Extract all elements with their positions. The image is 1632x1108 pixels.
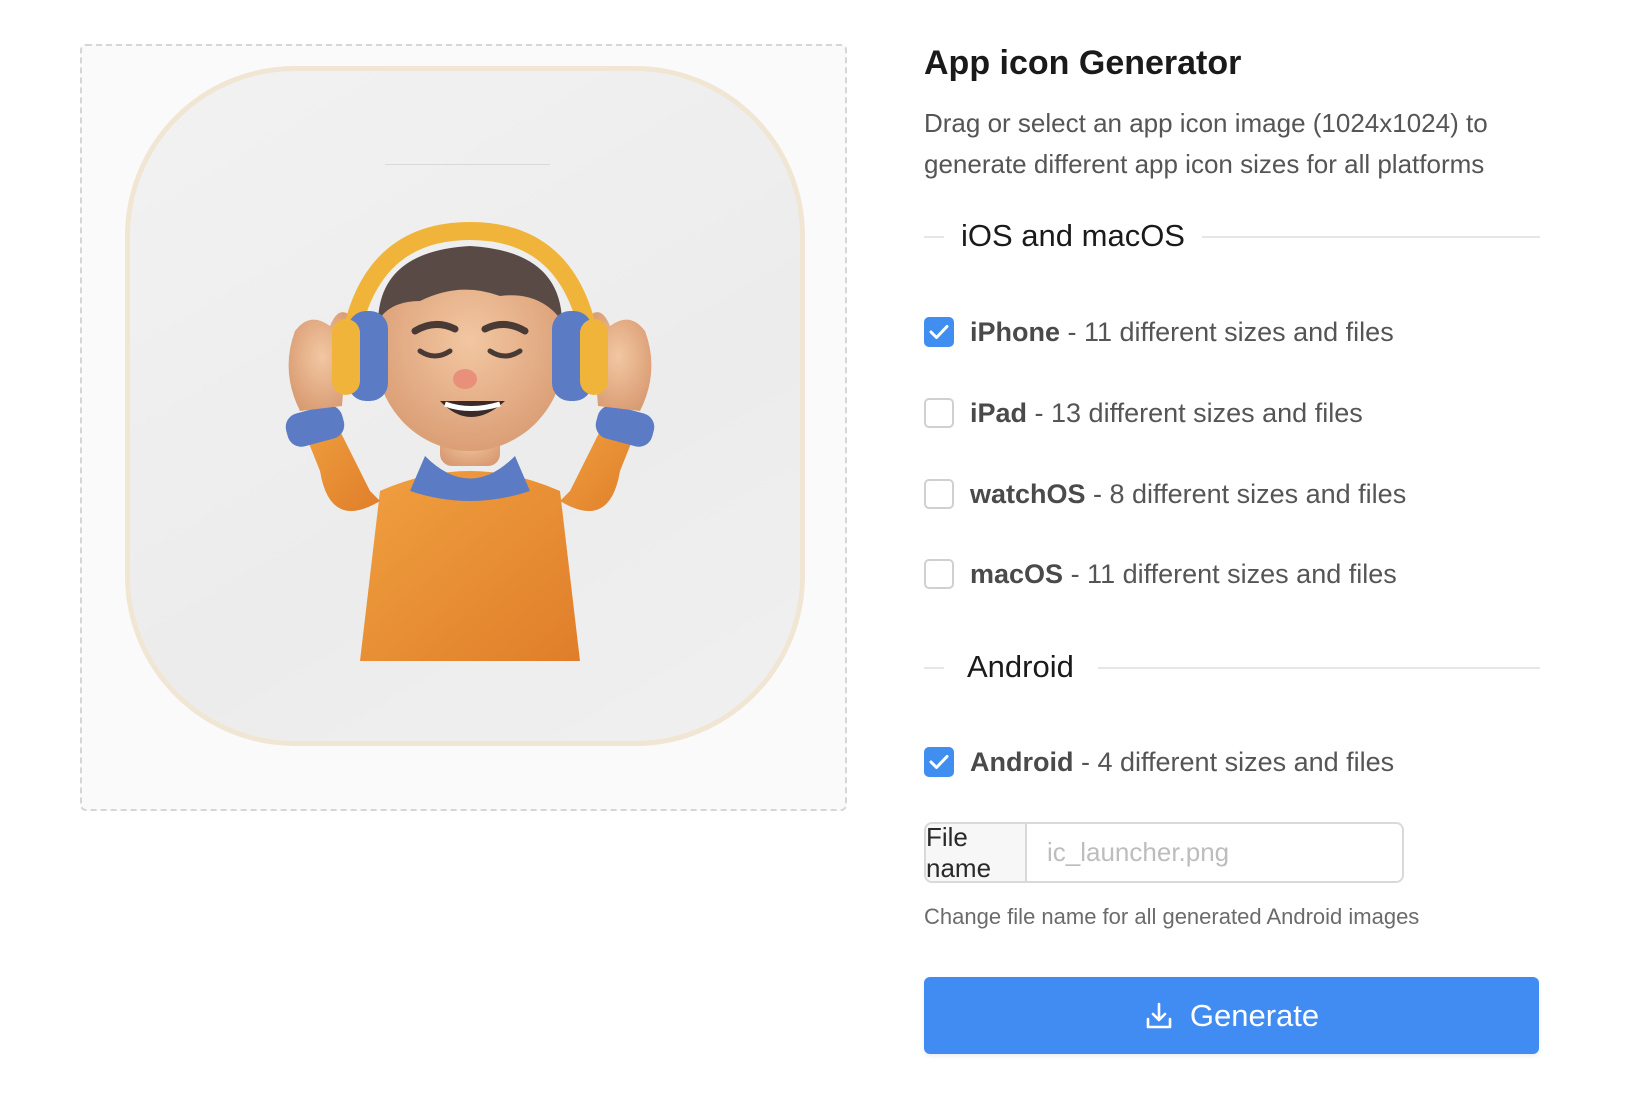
divider xyxy=(924,667,944,669)
option-detail: - 8 different sizes and files xyxy=(1085,478,1407,509)
option-macos[interactable]: macOS - 11 different sizes and files xyxy=(924,557,1397,591)
option-watchos[interactable]: watchOS - 8 different sizes and files xyxy=(924,477,1406,511)
check-icon xyxy=(929,325,949,339)
divider xyxy=(385,164,550,165)
option-label: iPad - 13 different sizes and files xyxy=(970,398,1363,429)
option-name: macOS xyxy=(970,558,1064,589)
option-name: Android xyxy=(970,746,1074,777)
check-icon xyxy=(929,755,949,769)
option-android[interactable]: Android - 4 different sizes and files xyxy=(924,745,1394,779)
option-name: watchOS xyxy=(970,478,1086,509)
app-icon-generator-page: App icon Generator Drag or select an app… xyxy=(0,0,1632,1108)
file-name-input[interactable] xyxy=(1027,824,1402,881)
generate-button-label: Generate xyxy=(1189,997,1320,1033)
divider xyxy=(1202,236,1540,238)
file-name-input-group: File name xyxy=(924,822,1404,883)
option-name: iPhone xyxy=(970,316,1061,347)
page-description: Drag or select an app icon image (1024x1… xyxy=(924,108,1488,179)
person-with-headphones-illustration xyxy=(285,221,655,661)
section-title-android: Android xyxy=(967,649,1074,684)
option-detail: - 4 different sizes and files xyxy=(1073,746,1395,777)
option-label: watchOS - 8 different sizes and files xyxy=(970,479,1406,510)
ipad-checkbox[interactable] xyxy=(924,398,954,428)
page-title: App icon Generator xyxy=(924,44,1242,82)
image-dropzone[interactable] xyxy=(80,44,847,811)
file-name-hint: Change file name for all generated Andro… xyxy=(924,904,1420,929)
section-title-ios-macos: iOS and macOS xyxy=(961,218,1185,253)
section-android: Android xyxy=(924,647,1540,687)
android-checkbox[interactable] xyxy=(924,747,954,777)
option-iphone[interactable]: iPhone - 11 different sizes and files xyxy=(924,315,1394,349)
watchos-checkbox[interactable] xyxy=(924,479,954,509)
option-name: iPad xyxy=(970,397,1028,428)
generate-button[interactable]: Generate xyxy=(924,977,1539,1054)
file-name-label: File name xyxy=(926,824,1027,881)
divider xyxy=(1098,667,1540,669)
divider xyxy=(924,236,944,238)
option-label: iPhone - 11 different sizes and files xyxy=(970,317,1394,348)
iphone-checkbox[interactable] xyxy=(924,317,954,347)
option-detail: - 13 different sizes and files xyxy=(1027,397,1363,428)
app-icon-preview xyxy=(125,66,805,746)
option-detail: - 11 different sizes and files xyxy=(1060,316,1394,347)
download-icon xyxy=(1146,1002,1172,1028)
option-ipad[interactable]: iPad - 13 different sizes and files xyxy=(924,396,1363,430)
macos-checkbox[interactable] xyxy=(924,559,954,589)
option-detail: - 11 different sizes and files xyxy=(1063,558,1397,589)
option-label: macOS - 11 different sizes and files xyxy=(970,559,1397,590)
section-ios-macos: iOS and macOS xyxy=(924,216,1540,256)
option-label: Android - 4 different sizes and files xyxy=(970,747,1394,778)
